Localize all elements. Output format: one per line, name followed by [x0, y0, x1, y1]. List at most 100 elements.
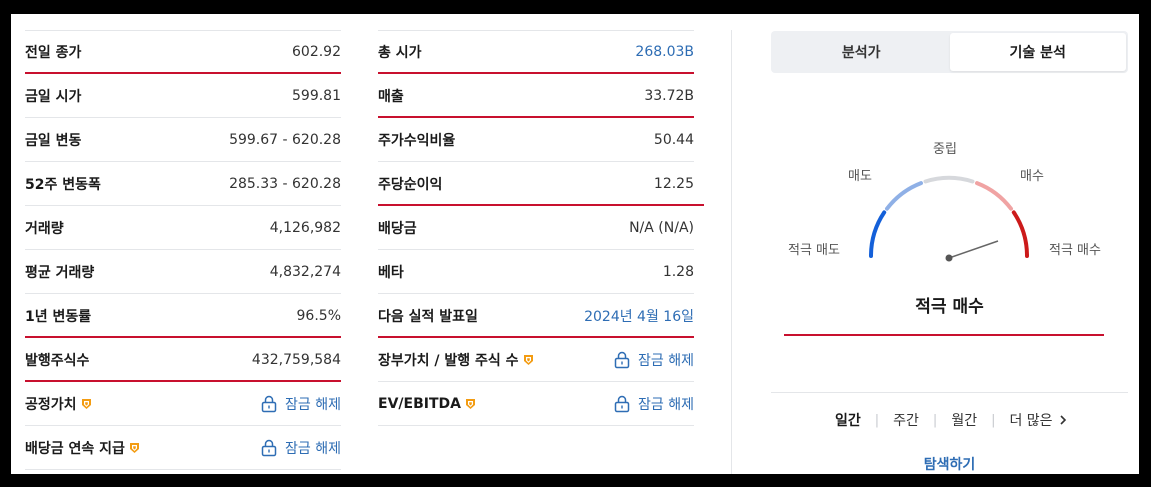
period-daily[interactable]: 일간 — [835, 410, 875, 430]
row-value: 50.44 — [653, 131, 694, 148]
left-stats-table: 전일 종가 602.92 금일 시가 599.81 금일 변동 599.67 -… — [25, 30, 341, 470]
unlock-label: 잠금 해제 — [638, 396, 694, 413]
technical-gauge: 적극 매도 매도 중립 매수 적극 매수 — [788, 142, 1101, 262]
column-divider — [731, 30, 732, 474]
unlock-label: 잠금 해제 — [638, 352, 694, 369]
unlock-label: 잠금 해제 — [285, 440, 341, 457]
row-value: 4,126,982 — [269, 219, 341, 236]
row-label: 총 시가 — [378, 45, 422, 61]
table-row: 거래량 4,126,982 — [25, 206, 341, 250]
row-label: 금일 시가 — [25, 88, 82, 105]
gauge-label-buy: 매수 — [1020, 169, 1044, 184]
table-row: 발행주식수 432,759,584 — [25, 338, 341, 382]
period-monthly[interactable]: 월간 — [937, 410, 991, 430]
row-label: 다음 실적 발표일 — [378, 308, 478, 325]
pro-badge-icon — [129, 442, 139, 453]
row-label: 주당순이익 — [378, 176, 443, 193]
pro-badge-icon — [523, 354, 533, 365]
row-label: 52주 변동폭 — [25, 176, 101, 193]
market-cap-link[interactable]: 268.03B — [635, 44, 694, 60]
row-value: 96.5% — [296, 307, 341, 324]
table-row: EV/EBITDA 잠금 해제 — [378, 382, 694, 426]
pro-badge-icon — [465, 398, 475, 409]
gauge-segment-buy — [975, 181, 1013, 211]
table-row: 전일 종가 602.92 — [25, 30, 341, 74]
table-row: 배당금 연속 지급 잠금 해제 — [25, 426, 341, 470]
row-value: 599.81 — [292, 87, 341, 104]
row-value: 33.72B — [644, 87, 694, 104]
mid-stats-table: 총 시가 268.03B 매출 33.72B 주가수익비율 50.44 주당순이… — [378, 30, 704, 426]
table-row: 주가수익비율 50.44 — [378, 118, 694, 162]
row-label: 배당금 연속 지급 — [25, 440, 125, 457]
row-value: 4,832,274 — [269, 263, 341, 280]
table-row: 금일 시가 599.81 — [25, 74, 341, 118]
unlock-label: 잠금 해제 — [285, 396, 341, 413]
earnings-date-link[interactable]: 2024년 4월 16일 — [584, 306, 694, 326]
row-value: N/A (N/A) — [629, 219, 694, 236]
explore-link[interactable]: 탐색하기 — [771, 454, 1128, 474]
row-value: 12.25 — [653, 175, 694, 192]
row-label: 전일 종가 — [25, 45, 82, 61]
row-value: 285.33 - 620.28 — [229, 175, 341, 192]
gauge-result: 적극 매수 — [915, 297, 984, 317]
gauge-label-strong-sell: 적극 매도 — [788, 243, 840, 258]
period-weekly[interactable]: 주간 — [879, 410, 933, 430]
row-label: 거래량 — [25, 220, 64, 237]
stock-overview-panel: 전일 종가 602.92 금일 시가 599.81 금일 변동 599.67 -… — [11, 14, 1139, 474]
table-row: 52주 변동폭 285.33 - 620.28 — [25, 162, 341, 206]
row-label-wrap: 배당금 연속 지급 — [25, 438, 140, 458]
lock-icon — [261, 439, 277, 456]
period-more-button[interactable]: 더 많은 — [995, 410, 1080, 430]
tab-technical[interactable]: 기술 분석 — [949, 33, 1126, 71]
unlock-ev-ebitda-link[interactable]: 잠금 해제 — [614, 394, 694, 414]
table-row: 총 시가 268.03B — [378, 30, 694, 74]
table-row: 평균 거래량 4,832,274 — [25, 250, 341, 294]
more-label: 더 많은 — [1009, 413, 1053, 429]
row-label: 배당금 — [378, 220, 417, 237]
table-row: 베타 1.28 — [378, 250, 694, 294]
row-label: 공정가치 — [25, 396, 77, 413]
period-selector: 일간 | 주간 | 월간 | 더 많은 — [835, 410, 1081, 430]
row-label: EV/EBITDA — [378, 395, 461, 412]
section-divider — [771, 392, 1128, 393]
tab-analyst[interactable]: 분석가 — [773, 33, 950, 71]
unlock-dividend-streak-link[interactable]: 잠금 해제 — [261, 438, 341, 458]
gauge-label-strong-buy: 적극 매수 — [1049, 243, 1101, 258]
row-label: 매출 — [378, 88, 404, 105]
row-label-wrap: EV/EBITDA — [378, 396, 476, 412]
row-value: 1.28 — [662, 263, 694, 280]
table-row: 주당순이익 12.25 — [378, 162, 704, 206]
table-row: 장부가치 / 발행 주식 수 잠금 해제 — [378, 338, 694, 382]
row-label: 평균 거래량 — [25, 264, 95, 281]
lock-icon — [614, 351, 630, 368]
gauge-segment-neutral — [923, 175, 975, 184]
row-value: 602.92 — [292, 44, 341, 60]
row-label: 1년 변동률 — [25, 308, 92, 325]
lock-icon — [614, 395, 630, 412]
pro-badge-icon — [81, 398, 91, 409]
unlock-book-value-link[interactable]: 잠금 해제 — [614, 350, 694, 370]
table-row: 금일 변동 599.67 - 620.28 — [25, 118, 341, 162]
row-value: 599.67 - 620.28 — [229, 131, 341, 148]
gauge-pivot — [945, 254, 953, 262]
table-row: 공정가치 잠금 해제 — [25, 382, 341, 426]
row-label-wrap: 공정가치 — [25, 394, 92, 414]
unlock-fair-value-link[interactable]: 잠금 해제 — [261, 394, 341, 414]
gauge-segment-strong-sell — [868, 210, 887, 258]
row-label: 금일 변동 — [25, 132, 82, 149]
row-label-wrap: 장부가치 / 발행 주식 수 — [378, 350, 534, 370]
row-label: 주가수익비율 — [378, 132, 456, 149]
row-value: 432,759,584 — [251, 351, 341, 368]
table-row: 1년 변동률 96.5% — [25, 294, 341, 338]
row-label: 베타 — [378, 264, 404, 281]
gauge-segment-sell — [885, 181, 923, 211]
gauge-label-sell: 매도 — [848, 169, 872, 184]
table-row: 다음 실적 발표일 2024년 4월 16일 — [378, 294, 694, 338]
row-label: 발행주식수 — [25, 352, 90, 369]
lock-icon — [261, 395, 277, 412]
chevron-right-icon — [1059, 415, 1066, 425]
analysis-tabs: 분석가 기술 분석 — [771, 31, 1128, 73]
highlight-underline — [784, 334, 1104, 336]
gauge-label-neutral: 중립 — [933, 142, 957, 157]
gauge-needle — [948, 240, 999, 259]
